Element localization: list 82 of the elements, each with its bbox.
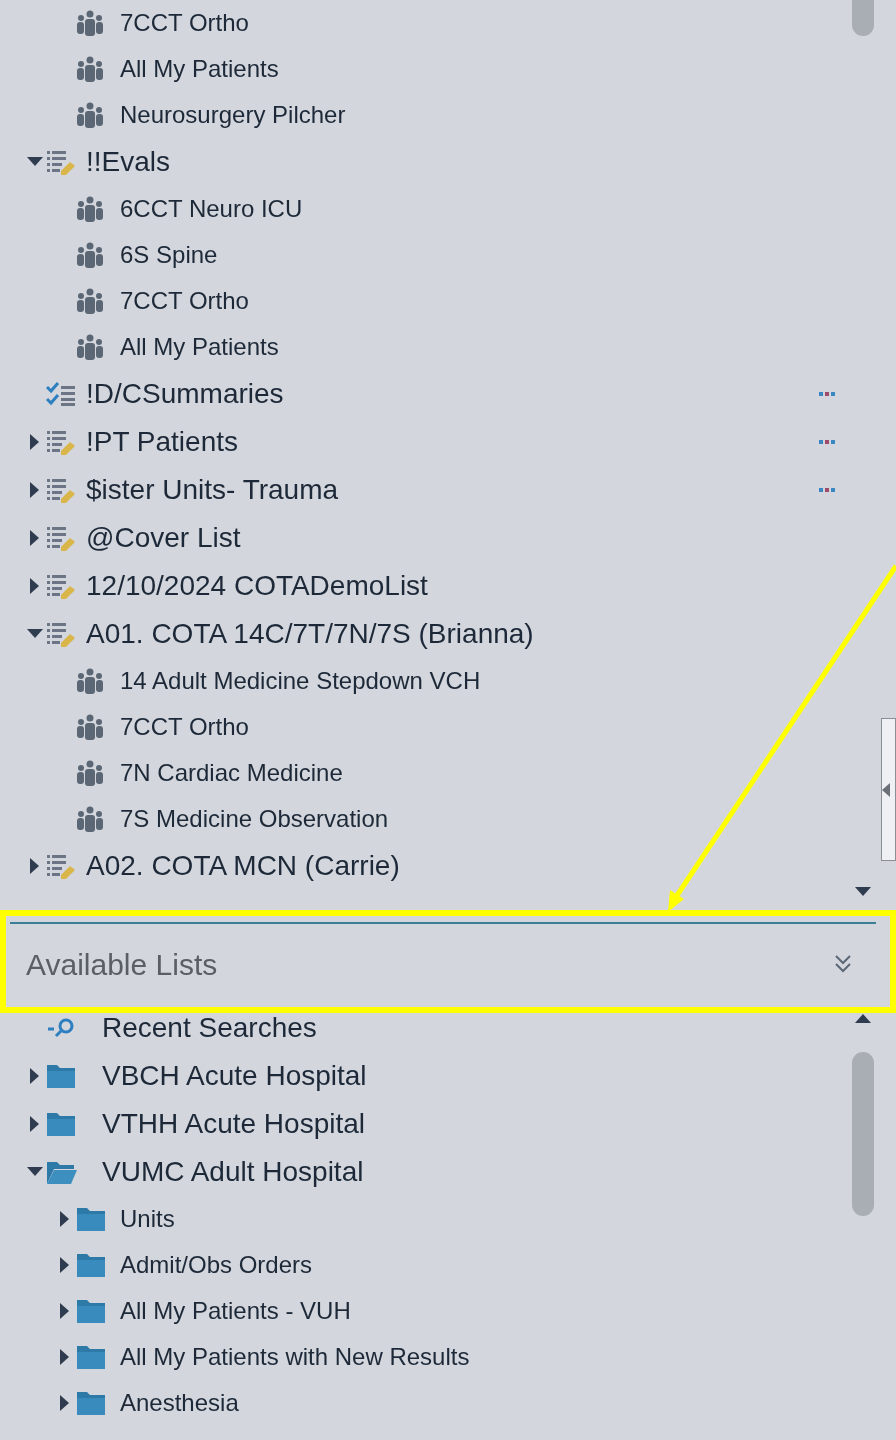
tree-item[interactable]: VTHH Acute Hospital xyxy=(102,1103,365,1145)
expand-caret-icon[interactable] xyxy=(60,1349,70,1365)
expand-caret-icon[interactable] xyxy=(30,530,40,546)
tree-item[interactable]: !PT Patients xyxy=(86,421,238,463)
people-icon xyxy=(76,760,104,786)
tree-item[interactable]: A02. COTA MCN (Carrie) xyxy=(86,845,400,887)
people-icon xyxy=(76,56,104,82)
splitter-handle[interactable] xyxy=(881,718,896,861)
expand-caret-icon[interactable] xyxy=(60,1257,70,1273)
scroll-down-icon[interactable] xyxy=(855,887,871,897)
tree-item[interactable]: 6CCT Neuro ICU xyxy=(120,191,303,227)
tree-item[interactable]: Neurosurgery Pilcher xyxy=(120,97,346,133)
list-pencil-icon xyxy=(46,573,76,599)
list-pencil-icon xyxy=(46,149,76,175)
expand-caret-icon[interactable] xyxy=(30,1116,40,1132)
more-icon[interactable] xyxy=(819,488,835,492)
list-pencil-icon xyxy=(46,525,76,551)
tree-item[interactable]: Admit/Obs Orders xyxy=(120,1247,313,1283)
tree-item[interactable]: 7CCT Ortho xyxy=(120,5,249,41)
people-icon xyxy=(76,668,104,694)
list-pencil-icon xyxy=(46,853,76,879)
tree-item[interactable]: 14 Adult Medicine Stepdown VCH xyxy=(120,663,481,699)
people-icon xyxy=(76,242,104,268)
collapse-caret-icon[interactable] xyxy=(27,1167,43,1177)
tree-item[interactable]: 6S Spine xyxy=(120,237,218,273)
folder-icon xyxy=(76,1252,106,1278)
people-icon xyxy=(76,10,104,36)
expand-caret-icon[interactable] xyxy=(60,1395,70,1411)
tree-item[interactable]: !D/CSummaries xyxy=(86,373,284,415)
tree-item[interactable]: All My Patients with New Results xyxy=(120,1339,470,1375)
people-icon xyxy=(76,714,104,740)
more-icon[interactable] xyxy=(819,392,835,396)
panel-title: Available Lists xyxy=(26,946,218,983)
collapse-caret-icon[interactable] xyxy=(27,157,43,167)
list-pencil-icon xyxy=(46,429,76,455)
folder-icon xyxy=(46,1111,76,1137)
tree-item[interactable]: All My Patients xyxy=(120,51,279,87)
collapse-arrow-icon xyxy=(882,782,890,797)
tree-item[interactable]: Recent Searches xyxy=(102,1007,317,1049)
tree-item[interactable]: Units xyxy=(120,1201,175,1237)
tree-item[interactable]: 7N Cardiac Medicine xyxy=(120,755,343,791)
expand-caret-icon[interactable] xyxy=(30,482,40,498)
checklist-icon xyxy=(46,381,76,407)
folder-icon xyxy=(76,1344,106,1370)
tree-item[interactable]: VUMC Adult Hospital xyxy=(102,1151,364,1193)
people-icon xyxy=(76,196,104,222)
tree-item[interactable]: 7S Medicine Observation xyxy=(120,801,389,837)
collapse-caret-icon[interactable] xyxy=(27,629,43,639)
tree-item[interactable]: $ister Units- Trauma xyxy=(86,469,339,511)
tree-item[interactable]: 7CCT Ortho xyxy=(120,283,249,319)
tree-item[interactable]: All My Patients xyxy=(120,329,279,365)
collapse-chevrons-icon[interactable] xyxy=(834,954,852,974)
tree-item[interactable]: VBCH Acute Hospital xyxy=(102,1055,367,1097)
tree-item[interactable]: 12/10/2024 COTADemoList xyxy=(86,565,428,607)
search-icon xyxy=(46,1017,76,1039)
expand-caret-icon[interactable] xyxy=(30,858,40,874)
tree-item[interactable]: A01. COTA 14C/7T/7N/7S (Brianna) xyxy=(86,613,534,655)
list-pencil-icon xyxy=(46,477,76,503)
tree-item[interactable]: Anesthesia xyxy=(120,1385,239,1421)
scrollbar-thumb[interactable] xyxy=(852,0,874,36)
expand-caret-icon[interactable] xyxy=(60,1211,70,1227)
folder-icon xyxy=(46,1159,78,1185)
expand-caret-icon[interactable] xyxy=(30,578,40,594)
list-pencil-icon xyxy=(46,621,76,647)
tree-item[interactable]: 7CCT Ortho xyxy=(120,709,249,745)
scrollbar-thumb[interactable] xyxy=(852,1052,874,1216)
tree-item[interactable]: !!Evals xyxy=(86,141,171,183)
people-icon xyxy=(76,806,104,832)
folder-icon xyxy=(46,1063,76,1089)
tree-item[interactable]: All My Patients - VUH xyxy=(120,1293,351,1329)
folder-icon xyxy=(76,1390,106,1416)
tree-item[interactable]: @Cover List xyxy=(86,517,241,559)
people-icon xyxy=(76,288,104,314)
more-icon[interactable] xyxy=(819,440,835,444)
expand-caret-icon[interactable] xyxy=(30,1068,40,1084)
people-icon xyxy=(76,334,104,360)
folder-icon xyxy=(76,1206,106,1232)
expand-caret-icon[interactable] xyxy=(60,1303,70,1319)
folder-icon xyxy=(76,1298,106,1324)
expand-caret-icon[interactable] xyxy=(30,434,40,450)
people-icon xyxy=(76,102,104,128)
scroll-up-icon[interactable] xyxy=(855,1013,871,1023)
